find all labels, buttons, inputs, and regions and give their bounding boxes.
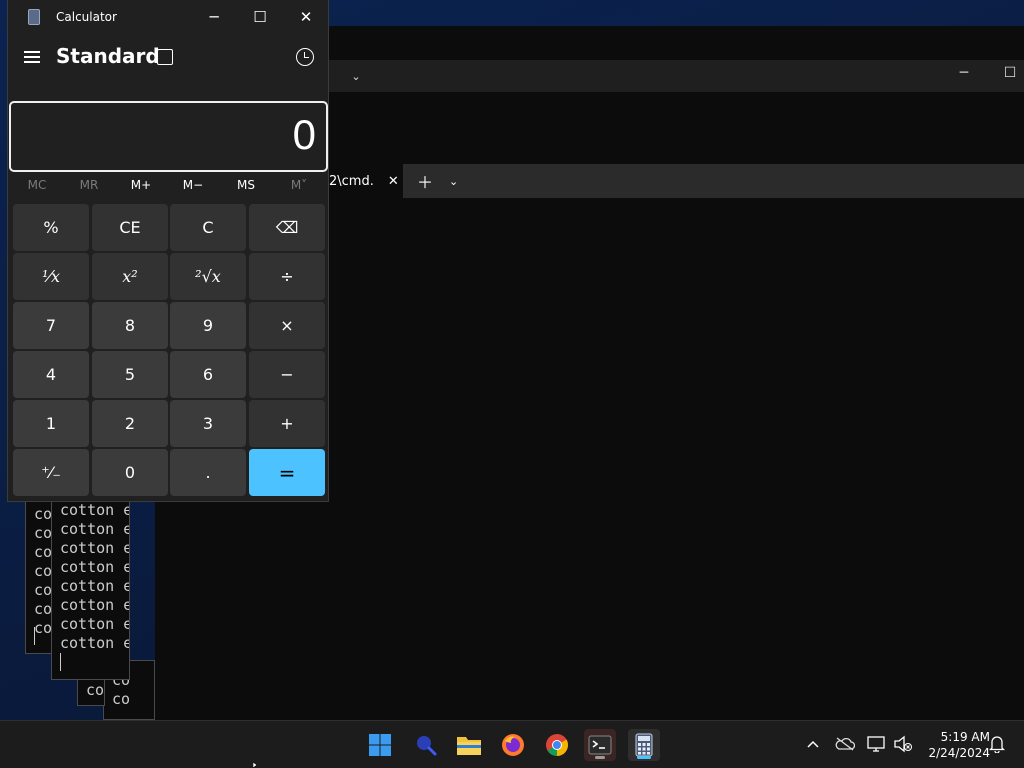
digit-7-button[interactable]: 7 [13,302,89,349]
subtract-button[interactable]: − [249,351,325,398]
notification-bell-icon[interactable] [986,733,1008,755]
digit-8-button[interactable]: 8 [92,302,168,349]
calculator-app-icon [28,9,40,25]
calculator-icon[interactable] [628,729,660,761]
close-tab-icon[interactable]: ✕ [388,174,399,189]
close-button[interactable]: ✕ [283,2,329,32]
digit-9-button[interactable]: 9 [170,302,246,349]
digit-0-button[interactable]: 0 [92,449,168,496]
terminal-icon[interactable] [584,729,616,761]
text-cursor [34,627,35,645]
digit-6-button[interactable]: 6 [170,351,246,398]
mouse-cursor-icon [253,762,258,768]
divide-button[interactable]: ÷ [249,253,325,300]
memory-subtract-button[interactable]: M− [167,178,219,192]
percent-button[interactable]: % [13,204,89,251]
console-output: cotton e cotton e cotton e cotton e cott… [60,501,130,652]
window-title: Calculator [56,10,117,24]
keep-on-top-icon[interactable] [157,49,173,65]
equals-button[interactable]: = [249,449,325,496]
taskbar: 5:19 AM 2/24/2024 [0,720,1024,768]
square-label: x² [122,267,138,286]
clear-button[interactable]: C [170,204,246,251]
clear-entry-button[interactable]: CE [92,204,168,251]
tab-label: 2\cmd. [329,173,374,189]
memory-clear-button[interactable]: MC [11,178,63,192]
new-tab-icon[interactable]: ＋ [417,164,433,198]
memory-add-button[interactable]: M+ [115,178,167,192]
square-root-button[interactable]: ²√x [170,253,246,300]
chrome-icon[interactable] [541,729,573,761]
square-button[interactable]: x² [92,253,168,300]
text-cursor [60,653,61,671]
display-value: 0 [292,111,316,158]
memory-list-button[interactable]: M˅ [273,178,325,192]
console-window-1[interactable]: cotton e cotton e cotton e cotton e cott… [51,500,130,680]
memory-store-button[interactable]: MS [220,178,272,192]
digit-4-button[interactable]: 4 [13,351,89,398]
firefox-icon[interactable] [497,729,529,761]
console-output: co co co co co co co [34,505,53,637]
volume-muted-icon[interactable] [892,733,914,755]
tab-cmd[interactable]: 2\cmd. ✕ [325,164,403,198]
search-icon[interactable] [410,729,442,761]
reciprocal-button[interactable]: ¹⁄x [13,253,89,300]
chevron-up-icon[interactable] [802,733,824,755]
maximize-icon[interactable]: ☐ [987,58,1024,88]
calculator-window[interactable]: Calculator ─ ☐ ✕ Standard 0 MC MR M+ M− … [7,0,329,502]
chevron-down-icon[interactable]: ⌄ [449,164,458,198]
hamburger-menu-icon[interactable] [24,48,42,66]
minimize-icon[interactable]: ─ [941,58,987,88]
maximize-button[interactable]: ☐ [237,2,283,32]
file-explorer-icon[interactable] [453,729,485,761]
clock-time: 5:19 AM [940,730,990,744]
negate-button[interactable]: ⁺⁄₋ [13,449,89,496]
network-icon[interactable] [866,733,888,755]
digit-2-button[interactable]: 2 [92,400,168,447]
decimal-button[interactable]: . [170,449,246,496]
chevron-down-icon[interactable]: ⌄ [345,64,367,88]
multiply-button[interactable]: × [249,302,325,349]
digit-5-button[interactable]: 5 [92,351,168,398]
digit-1-button[interactable]: 1 [13,400,89,447]
history-icon[interactable] [296,48,314,66]
mode-title: Standard [56,44,160,68]
memory-row: MC MR M+ M− MS M˅ [9,178,327,198]
minimize-button[interactable]: ─ [191,2,237,32]
backspace-button[interactable]: ⌫ [249,204,325,251]
calculator-titlebar[interactable]: Calculator ─ ☐ ✕ [8,0,328,34]
console-output: co [86,681,105,699]
digit-3-button[interactable]: 3 [170,400,246,447]
start-icon[interactable] [364,729,396,761]
square-root-label: ²√x [195,267,221,286]
active-indicator [637,756,651,759]
add-button[interactable]: + [249,400,325,447]
clock-date: 2/24/2024 [928,746,990,760]
keypad: % CE C ⌫ ¹⁄x x² ²√x ÷ 7 8 9 × 4 5 6 − 1 … [12,204,326,498]
running-indicator [595,756,605,759]
clock[interactable]: 5:19 AM 2/24/2024 [918,729,990,761]
reciprocal-label: ¹⁄x [41,267,61,286]
memory-recall-button[interactable]: MR [63,178,115,192]
onedrive-icon[interactable] [834,733,856,755]
calculator-display: 0 [9,101,328,172]
